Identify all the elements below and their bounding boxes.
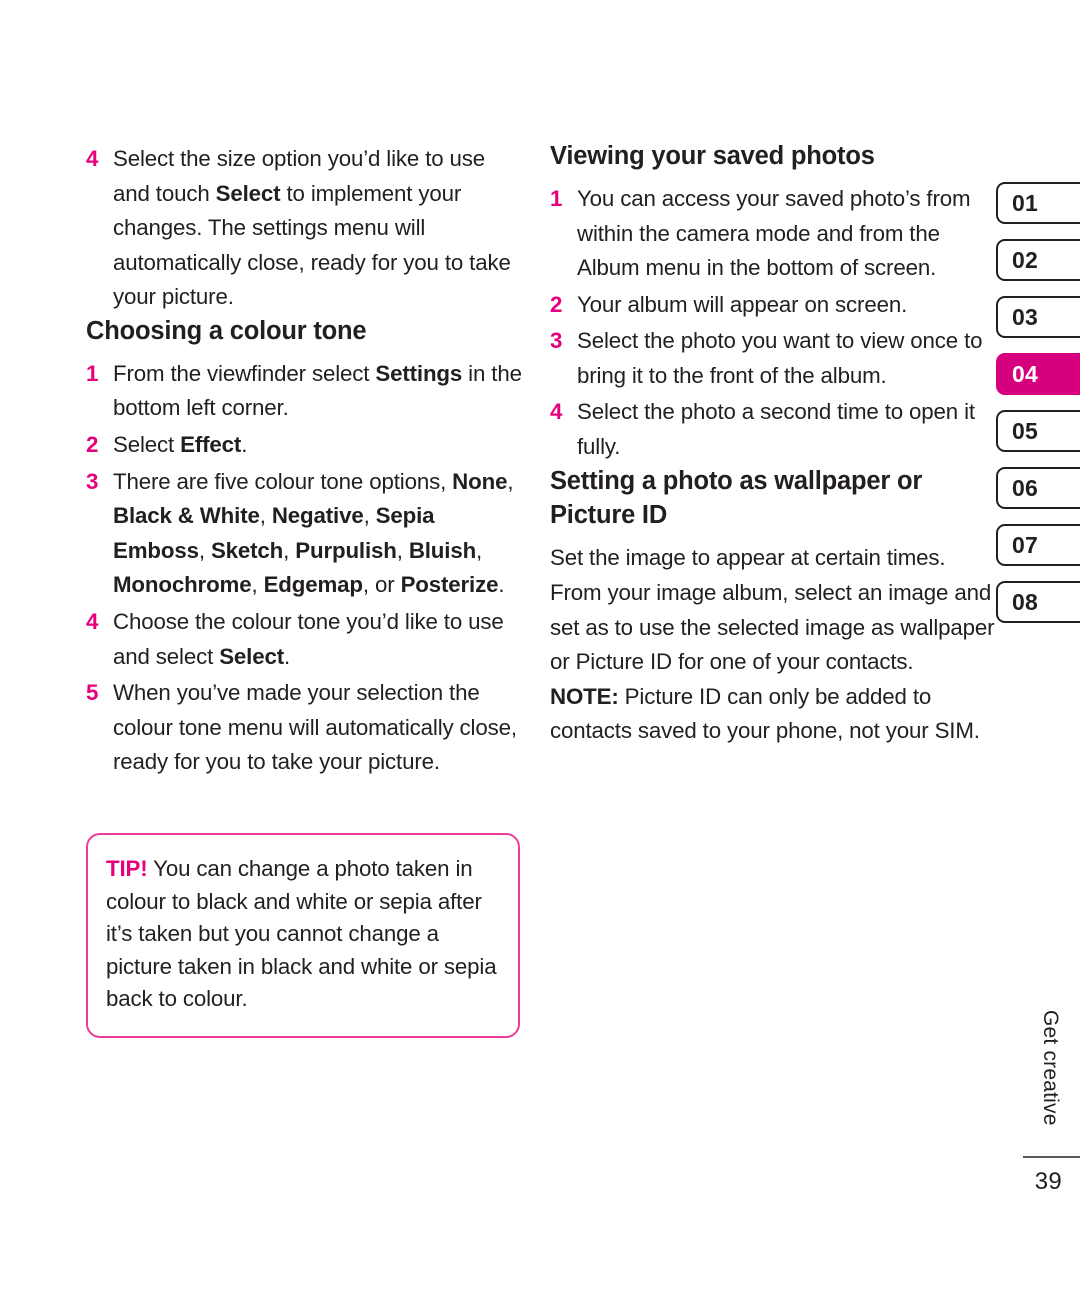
step-text: Your album will appear on screen. [577,291,908,317]
step-text-part: There are five colour tone options, [113,468,453,494]
note-label: NOTE: [550,683,619,709]
step-album-appears: 2 Your album will appear on screen. [550,288,997,323]
step-text: When you’ve made your selection the colo… [113,680,517,775]
viewing-step-list: 1 You can access your saved photo’s from… [550,182,997,465]
step-text: There are five colour tone options, None… [113,468,514,598]
step-access-saved-photos: 1 You can access your saved photo’s from… [550,182,997,286]
step-text-part: . [283,643,291,669]
wallpaper-body-paragraph: Set the image to appear at certain times… [550,545,995,675]
folio-divider [1023,1156,1080,1158]
step-text-part: , [507,468,514,494]
index-tab-03[interactable]: 03 [996,296,1080,338]
step-text-part: , [363,503,376,529]
index-tab-05[interactable]: 05 [996,410,1080,452]
tip-body: You can change a photo taken in colour t… [106,856,497,1012]
step-number: 4 [86,146,99,171]
step-colour-tone-options: 3 There are five colour tone options, No… [86,465,524,603]
index-tab-07[interactable]: 07 [996,524,1080,566]
step-number: 2 [550,291,563,317]
step-selection-made: 5 When you’ve made your selection the co… [86,676,524,780]
heading-choosing-a-colour-tone: Choosing a colour tone [86,316,367,345]
step-text: Select Effect. [113,432,247,457]
step-text-part: . [241,432,248,458]
step-text-emphasis: Select [219,643,284,669]
index-tab-04[interactable]: 04 [996,353,1080,395]
option-purpulish: Purpulish [295,537,397,563]
step-text: From the viewfinder select Settings in t… [113,361,522,421]
running-head-chapter-title: Get creative [1039,1010,1062,1126]
step-number: 4 [86,609,99,635]
index-tab-label: 02 [1012,246,1038,273]
option-bluish: Bluish [408,537,477,563]
step-text-part: Choose the colour tone you’d like to use… [113,609,504,669]
index-tab-label: 07 [1012,531,1038,558]
step-select-photo-once: 3 Select the photo you want to view once… [550,324,997,393]
index-tab-02[interactable]: 02 [996,239,1080,281]
step-text-part: , [198,537,211,563]
chapter-index-tabs: 01 02 03 04 05 06 07 08 [996,182,1080,638]
step-number: 4 [550,399,563,425]
step-text-part: , [396,537,409,563]
step-text: You can access your saved photo’s from w… [577,185,971,281]
step-text: Choose the colour tone you’d like to use… [113,609,504,669]
index-tab-label: 08 [1012,588,1038,615]
step-text-part: . [498,572,505,598]
step-number: 3 [86,468,99,494]
step-select-effect: 2 Select Effect. [86,428,524,463]
step-text-part: , [259,503,272,529]
step-text-part: From the viewfinder select [113,360,376,386]
step-text: Select the size option you’d like to use… [113,146,511,309]
tip-text: TIP! You can change a photo taken in col… [106,853,498,1016]
index-tab-08[interactable]: 08 [996,581,1080,623]
heading-setting-a-photo-as-wallpaper: Setting a photo as wallpaper or Picture … [550,466,923,529]
step-viewfinder-settings: 1 From the viewfinder select Settings in… [86,357,524,426]
index-tab-label: 03 [1012,303,1038,330]
step-text-part: , [283,537,296,563]
option-edgemap: Edgemap [263,572,363,598]
step-text-part: , [476,537,483,563]
step-number: 1 [550,185,563,211]
right-column: Viewing your saved photos 1 You can acce… [550,140,997,749]
option-sketch: Sketch [210,537,284,563]
index-tab-06[interactable]: 06 [996,467,1080,509]
step-select-photo-twice: 4 Select the photo a second time to open… [550,395,997,464]
step-choose-colour-tone: 4 Choose the colour tone you’d like to u… [86,605,524,674]
step-camera-size: 4 Select the size option you’d like to u… [86,142,524,315]
step-text-emphasis: Effect [180,432,242,458]
left-column: 4 Select the size option you’d like to u… [86,140,524,780]
step-text-part: , [251,572,264,598]
manual-page: 4 Select the size option you’d like to u… [0,0,1080,1295]
step-text-emphasis: Select [215,180,281,206]
step-text-part: , or [362,572,401,598]
step-text-emphasis: Settings [375,360,463,386]
step-text: Select the photo you want to view once t… [577,328,983,388]
page-number: 39 [1034,1168,1062,1195]
heading-viewing-your-saved-photos: Viewing your saved photos [550,142,875,170]
step-text-part: Select [113,432,181,458]
step-number: 3 [550,328,563,354]
option-negative: Negative [271,503,364,529]
option-black-and-white: Black & White [113,503,260,529]
index-tab-01[interactable]: 01 [996,182,1080,224]
step-number: 2 [86,432,99,458]
option-monochrome: Monochrome [113,572,252,598]
step-number: 1 [86,360,99,386]
option-none: None [452,468,508,494]
step-text: Select the photo a second time to open i… [577,399,975,460]
tip-callout-box: TIP! You can change a photo taken in col… [86,833,520,1038]
tip-label: TIP! [106,856,148,881]
index-tab-label: 04 [1012,360,1038,387]
note-paragraph: NOTE: Picture ID can only be added to co… [550,680,997,749]
index-tab-label: 05 [1012,417,1038,444]
colour-tone-step-list: 1 From the viewfinder select Settings in… [86,357,524,780]
index-tab-label: 06 [1012,474,1038,501]
index-tab-label: 01 [1012,189,1038,216]
step-number: 5 [86,680,99,706]
option-posterize: Posterize [400,572,499,598]
